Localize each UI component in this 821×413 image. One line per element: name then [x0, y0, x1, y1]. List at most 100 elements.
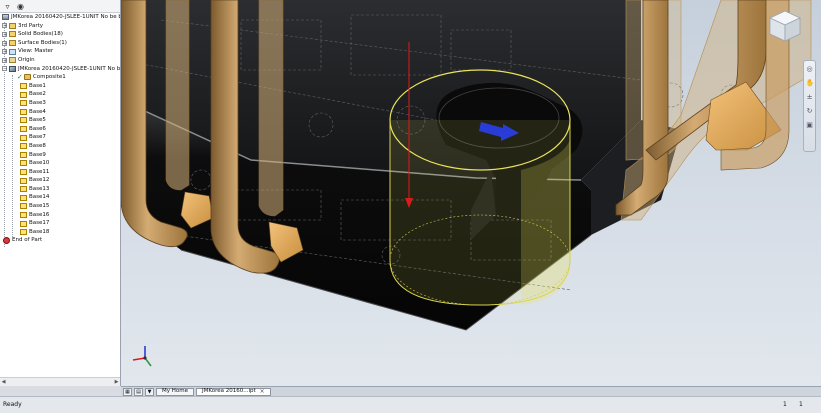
tree-item-label: Base15 — [29, 203, 50, 210]
tree-item-label: Base9 — [29, 151, 46, 158]
expand-icon[interactable]: + — [2, 40, 7, 46]
folder-icon — [9, 40, 16, 47]
sketch-icon — [20, 126, 27, 133]
tree-item-origin[interactable]: + Origin — [0, 56, 120, 65]
part-icon — [2, 14, 9, 21]
tree-item-base[interactable]: Base13 — [0, 185, 120, 194]
tree-item-label: Base3 — [29, 99, 46, 106]
tree-root[interactable]: JMKorea 20160420-JSLEE-1UNIT No be bet — [0, 13, 120, 22]
tile-windows-icon[interactable]: ▦ — [123, 387, 132, 396]
tree-item-base[interactable]: Base12 — [0, 176, 120, 185]
tree-item-base[interactable]: Base15 — [0, 202, 120, 211]
tree-item-solid-bodies[interactable]: + Solid Bodies(18) — [0, 30, 120, 39]
tab-list-icon[interactable]: ▼ — [145, 387, 154, 396]
tree-item-base[interactable]: Base18 — [0, 228, 120, 237]
tree-item-label: JMKorea 20160420-JSLEE-1UNIT No be — [18, 65, 120, 72]
origin-icon — [9, 57, 16, 64]
navigation-bar[interactable]: ◎ ✋ ± ↻ ▣ — [803, 60, 816, 152]
tree-item-view-master[interactable]: + View: Master — [0, 47, 120, 56]
tab-my-home[interactable]: My Home — [156, 387, 194, 396]
tree-item-base[interactable]: Base10 — [0, 159, 120, 168]
sketch-icon — [20, 91, 27, 98]
tree-item-surface-bodies[interactable]: + Surface Bodies(1) — [0, 39, 120, 48]
browser-horizontal-scrollbar[interactable]: ◀ ▶ — [0, 377, 120, 386]
tree-item-label: Solid Bodies(18) — [18, 31, 63, 38]
sketch-icon — [20, 100, 27, 107]
status-count-a: 1 — [783, 401, 787, 408]
close-icon[interactable]: × — [260, 388, 265, 395]
scroll-left-icon[interactable]: ◀ — [0, 378, 7, 386]
tree-item-end-of-part[interactable]: End of Part — [0, 236, 120, 245]
binoculars-icon[interactable]: ◉ — [16, 2, 25, 11]
tree-item-label: Surface Bodies(1) — [18, 39, 67, 46]
tree-item-base[interactable]: Base6 — [0, 125, 120, 134]
tree-item-label: Composite1 — [32, 74, 66, 81]
view-cube[interactable] — [767, 8, 803, 44]
status-count-b: 1 — [799, 401, 803, 408]
model-browser: ▿ ◉ JMKorea 20160420-JSLEE-1UNIT No be b… — [0, 0, 121, 386]
pan-icon[interactable]: ✋ — [806, 79, 815, 87]
tree-item-base[interactable]: Base2 — [0, 90, 120, 99]
sketch-icon — [20, 108, 27, 115]
tree-item-label: Base2 — [29, 91, 46, 98]
tree-item-base[interactable]: Base9 — [0, 151, 120, 160]
tree-item-base[interactable]: Base16 — [0, 211, 120, 220]
tab-label: JMKorea 20160...ipt — [202, 388, 256, 394]
tree-item-body[interactable]: − JMKorea 20160420-JSLEE-1UNIT No be — [0, 65, 120, 74]
composite-icon — [23, 74, 31, 81]
sketch-icon — [20, 134, 27, 141]
look-at-icon[interactable]: ▣ — [806, 121, 814, 129]
graphics-viewport[interactable]: ◎ ✋ ± ↻ ▣ — [121, 0, 821, 386]
steering-wheel-icon[interactable]: ◎ — [806, 65, 814, 73]
axis-triad — [132, 346, 152, 367]
end-of-part-icon — [3, 237, 10, 245]
tree-item-label: Base17 — [29, 220, 50, 227]
expand-icon[interactable]: + — [2, 49, 7, 55]
zoom-icon[interactable]: ± — [806, 93, 814, 101]
tree-item-label: Base16 — [29, 211, 50, 218]
checkmark-icon: ✓ — [17, 73, 23, 82]
sketch-icon — [20, 160, 27, 167]
folder-icon — [9, 22, 16, 29]
tree-item-base[interactable]: Base11 — [0, 168, 120, 177]
expand-icon[interactable]: + — [2, 57, 7, 63]
tree-item-label: Base7 — [29, 134, 46, 141]
tree-item-base[interactable]: Base3 — [0, 99, 120, 108]
sketch-icon — [20, 203, 27, 210]
sketch-icon — [20, 168, 27, 175]
tree-item-label: Base4 — [29, 108, 46, 115]
sketch-icon — [20, 177, 27, 184]
status-bar: Ready 1 1 — [0, 396, 821, 413]
expand-icon[interactable]: + — [2, 23, 7, 29]
tree-item-base[interactable]: Base4 — [0, 108, 120, 117]
tab-label: My Home — [162, 388, 188, 394]
tree-item-base[interactable]: Base8 — [0, 142, 120, 151]
tree-item-base[interactable]: Base1 — [0, 82, 120, 91]
cascade-windows-icon[interactable]: ▤ — [134, 387, 143, 396]
sketch-icon — [20, 151, 27, 158]
orbit-icon[interactable]: ↻ — [806, 107, 814, 115]
tree-item-label: Base11 — [29, 168, 50, 175]
tree-item-label: Base12 — [29, 177, 50, 184]
tree-item-base[interactable]: Base5 — [0, 116, 120, 125]
sketch-icon — [20, 229, 27, 236]
tree-item-label: Base14 — [29, 194, 50, 201]
tree-root-label: JMKorea 20160420-JSLEE-1UNIT No be bet — [11, 14, 120, 20]
model-scene[interactable] — [121, 0, 821, 386]
tree-item-base[interactable]: Base14 — [0, 193, 120, 202]
scroll-right-icon[interactable]: ▶ — [113, 378, 120, 386]
filter-icon[interactable]: ▿ — [3, 2, 12, 11]
expand-icon[interactable]: + — [2, 31, 7, 37]
collapse-icon[interactable]: − — [2, 66, 7, 72]
tree-item-base[interactable]: Base7 — [0, 133, 120, 142]
tree-item-label: Base5 — [29, 117, 46, 124]
tree-item-base[interactable]: Base17 — [0, 219, 120, 228]
status-text: Ready — [3, 401, 22, 408]
tree-item-composite[interactable]: ✓ Composite1 — [0, 73, 120, 82]
tree-item-label: Base8 — [29, 142, 46, 149]
tab-document[interactable]: JMKorea 20160...ipt × — [196, 387, 271, 396]
tree-item-3rd-party[interactable]: + 3rd Party — [0, 22, 120, 31]
sketch-icon — [20, 194, 27, 201]
sketch-icon — [20, 211, 27, 218]
folder-icon — [9, 31, 16, 38]
